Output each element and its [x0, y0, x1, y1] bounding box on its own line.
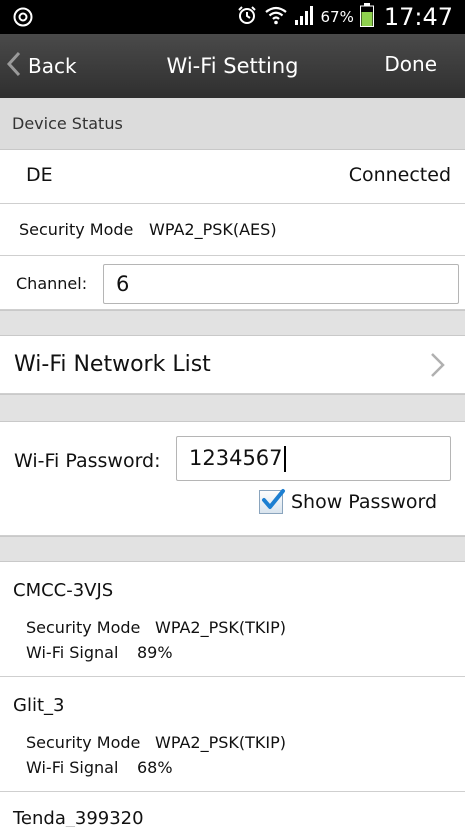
security-mode-row: Security Mode WPA2_PSK(AES) [0, 204, 465, 256]
device-status-header-label: Device Status [12, 114, 123, 133]
wifi-network-list-label: Wi-Fi Network List [14, 352, 211, 377]
network-security-value: WPA2_PSK(TKIP) [155, 733, 286, 752]
status-bar: 67% 17:47 [0, 0, 465, 34]
network-security-value: WPA2_PSK(TKIP) [155, 618, 286, 637]
checkmark-icon [262, 489, 285, 509]
device-row: DE Connected [0, 150, 465, 204]
security-mode-label: Security Mode [19, 220, 134, 239]
security-mode-value: WPA2_PSK(AES) [149, 220, 277, 239]
wifi-network-list-row[interactable]: Wi-Fi Network List [0, 336, 465, 394]
clock-time: 17:47 [383, 3, 453, 31]
settings-gear-icon [12, 6, 34, 28]
device-name: DE [26, 164, 53, 186]
password-row: Wi-Fi Password: 1234567 Show Password [0, 422, 465, 536]
battery-percent: 67% [320, 8, 354, 26]
channel-input[interactable]: 6 [103, 264, 459, 304]
chevron-right-icon [429, 352, 447, 378]
network-security-label: Security Mode [26, 618, 141, 637]
network-list-item[interactable]: Tenda_399320 [0, 792, 465, 827]
connection-status: Connected [348, 164, 451, 186]
network-signal-label: Wi-Fi Signal [26, 643, 119, 662]
network-name: CMCC-3VJS [13, 580, 114, 601]
wifi-password-label: Wi-Fi Password: [14, 450, 161, 472]
network-name: Glit_3 [13, 695, 65, 716]
wifi-icon [264, 4, 288, 30]
done-button[interactable]: Done [384, 34, 437, 94]
show-password-checkbox[interactable] [259, 489, 285, 514]
network-list-item[interactable]: CMCC-3VJS Security Mode WPA2_PSK(TKIP) W… [0, 562, 465, 677]
network-signal-value: 68% [137, 758, 173, 777]
wifi-password-value: 1234567 [189, 446, 283, 470]
network-signal-label: Wi-Fi Signal [26, 758, 119, 777]
nav-bar: Back Wi-Fi Setting Done [0, 34, 465, 98]
wifi-password-input[interactable]: 1234567 [176, 436, 451, 481]
network-list-item[interactable]: Glit_3 Security Mode WPA2_PSK(TKIP) Wi-F… [0, 677, 465, 792]
battery-icon [359, 3, 374, 31]
text-caret [283, 446, 286, 472]
show-password-toggle[interactable]: Show Password [259, 489, 438, 514]
section-divider [0, 394, 465, 422]
channel-label: Channel: [16, 274, 88, 293]
device-status-header: Device Status [0, 98, 465, 150]
network-security-label: Security Mode [26, 733, 141, 752]
show-password-label: Show Password [291, 491, 438, 513]
section-divider [0, 310, 465, 336]
alarm-clock-icon [236, 4, 258, 30]
network-name: Tenda_399320 [13, 808, 144, 827]
channel-row: Channel: 6 [0, 256, 465, 310]
section-divider [0, 536, 465, 562]
cell-signal-icon [294, 4, 314, 30]
network-signal-value: 89% [137, 643, 173, 662]
